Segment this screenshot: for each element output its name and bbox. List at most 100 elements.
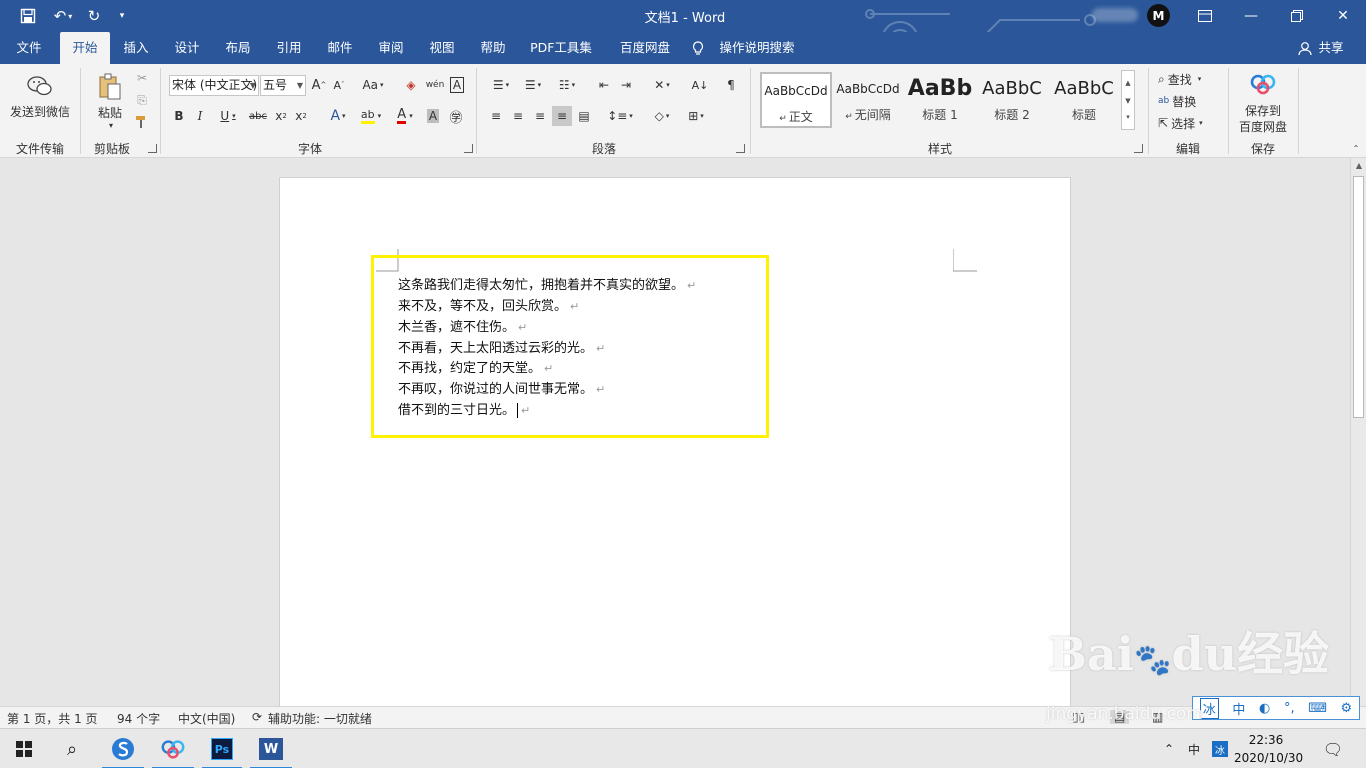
send-to-wechat-button[interactable]: 发送到微信 [4, 102, 76, 120]
minimize-icon[interactable]: — [1228, 0, 1274, 32]
styles-launcher-icon[interactable] [1134, 144, 1143, 153]
justify-icon[interactable]: ≡ [552, 106, 572, 126]
sogou-app-icon[interactable] [100, 729, 146, 768]
decrease-indent-icon[interactable]: ⇤ [594, 75, 614, 95]
tab-view[interactable]: 视图 [420, 32, 464, 64]
clipboard-launcher-icon[interactable] [148, 144, 157, 153]
strikethrough-icon[interactable]: abc [248, 106, 268, 126]
baidu-pan-app-icon[interactable] [150, 729, 196, 768]
baidu-pan-icon[interactable] [1248, 70, 1278, 98]
tab-home[interactable]: 开始 [60, 32, 110, 64]
collapse-ribbon-icon[interactable]: ⌃ [1350, 142, 1362, 154]
style-heading-2[interactable]: AaBbC 标题 2 [976, 72, 1048, 128]
text-effects-icon[interactable]: A ▾ [324, 106, 352, 126]
change-case-icon[interactable]: Aa ▾ [358, 75, 388, 95]
phonetic-guide-icon[interactable]: wén [424, 75, 446, 95]
ime-punctuation-icon[interactable]: ◐ [1259, 701, 1270, 716]
distributed-icon[interactable]: ▤ [574, 106, 594, 126]
tab-references[interactable]: 引用 [267, 32, 311, 64]
ime-symbol-icon[interactable]: °, [1284, 701, 1295, 716]
accessibility-status[interactable]: 辅助功能: 一切就绪 [268, 710, 372, 727]
numbering-icon[interactable]: ☰ ▾ [518, 75, 548, 95]
tab-review[interactable]: 审阅 [369, 32, 413, 64]
sort-icon[interactable]: A↓ [690, 75, 710, 95]
italic-icon[interactable]: I [191, 106, 209, 126]
cut-icon[interactable]: ✂ [134, 70, 150, 86]
tray-ime-icon[interactable]: 冰 [1208, 729, 1232, 768]
grow-font-icon[interactable]: A ^ [310, 75, 328, 95]
text-line[interactable]: 不再找，约定了的天堂。 ↵ [398, 357, 553, 376]
font-color-icon[interactable]: A ▾ [390, 106, 420, 126]
multilevel-list-icon[interactable]: ☷ ▾ [550, 75, 584, 95]
text-line[interactable]: 这条路我们走得太匆忙，拥抱着并不真实的欲望。 ↵ [398, 274, 696, 293]
chevron-down-icon[interactable]: ▼ [1125, 97, 1130, 105]
ribbon-display-options-icon[interactable] [1182, 0, 1228, 32]
restore-icon[interactable] [1274, 0, 1320, 32]
document-page[interactable]: 这条路我们走得太匆忙，拥抱着并不真实的欲望。 ↵ 来不及，等不及，回头欣赏。 ↵ 木… [279, 177, 1071, 706]
save-to-button[interactable]: 保存到 [1234, 102, 1292, 118]
tab-mailings[interactable]: 邮件 [318, 32, 362, 64]
copy-icon[interactable]: ⎘ [134, 92, 150, 108]
ime-keyboard-icon[interactable]: ⌨ [1308, 701, 1327, 716]
text-line[interactable]: 不再看，天上太阳透过云彩的光。 ↵ [398, 337, 605, 356]
tab-help[interactable]: 帮助 [471, 32, 515, 64]
show-hidden-icons-chevron-up-icon[interactable]: ⌃ [1158, 729, 1180, 768]
character-shading-icon[interactable]: A [424, 106, 442, 126]
increase-indent-icon[interactable]: ⇥ [616, 75, 636, 95]
wechat-icon[interactable] [24, 72, 56, 100]
align-center-icon[interactable]: ≡ [508, 106, 528, 126]
replace-button[interactable]: ab 替换 [1158, 92, 1218, 110]
enclose-characters-icon[interactable]: ㊫ [446, 106, 466, 126]
style-title[interactable]: AaBbC 标题 [1048, 72, 1120, 128]
font-name-field[interactable]: 宋体 (中文正文) ▼ [169, 75, 259, 96]
font-size-field[interactable]: 五号 ▼ [260, 75, 306, 96]
customize-toolbar-icon[interactable]: ▾ [112, 4, 132, 28]
text-line[interactable]: 借不到的三寸日光。 ↵ [398, 399, 530, 418]
taskbar-clock[interactable]: 22:36 2020/10/30 [1234, 731, 1303, 767]
save-icon[interactable] [14, 4, 42, 28]
text-line[interactable]: 来不及，等不及，回头欣赏。 ↵ [398, 295, 579, 314]
avatar[interactable]: M [1147, 4, 1170, 27]
chinese-layout-icon[interactable]: ✕ ▾ [646, 75, 678, 95]
subscript-icon[interactable]: x2 [272, 106, 290, 126]
tab-baidu-pan[interactable]: 百度网盘 [610, 32, 680, 64]
borders-icon[interactable]: ⊞ ▾ [680, 106, 712, 126]
share-button[interactable]: 共享 [1314, 32, 1348, 64]
style-no-spacing[interactable]: AaBbCcDd ↵ 无间隔 [832, 72, 904, 128]
paste-dropdown-icon[interactable]: ▾ [104, 120, 118, 130]
tab-insert[interactable]: 插入 [114, 32, 158, 64]
windows-start-icon[interactable] [0, 729, 48, 768]
superscript-icon[interactable]: x2 [292, 106, 310, 126]
tab-file[interactable]: 文件 [6, 32, 52, 64]
photoshop-app-icon[interactable]: Ps [200, 729, 244, 768]
show-marks-icon[interactable]: ¶ [722, 75, 740, 95]
undo-icon[interactable]: ↶ ▾ [46, 4, 80, 28]
find-button[interactable]: ⌕ 查找 ▾ [1158, 70, 1218, 88]
format-painter-icon[interactable] [134, 114, 150, 130]
more-styles-icon[interactable]: ▾ [1126, 113, 1130, 121]
tab-layout[interactable]: 布局 [216, 32, 260, 64]
bold-icon[interactable]: B [170, 106, 188, 126]
tell-me-search[interactable]: 操作说明搜索 [716, 32, 798, 64]
chevron-up-icon[interactable]: ▲ [1125, 79, 1130, 87]
search-icon[interactable]: ⌕ [48, 729, 96, 768]
align-right-icon[interactable]: ≡ [530, 106, 550, 126]
paste-button[interactable]: 粘贴 [92, 104, 128, 120]
baidu-pan-button[interactable]: 百度网盘 [1234, 118, 1292, 134]
tab-design[interactable]: 设计 [165, 32, 209, 64]
character-border-icon[interactable]: A [448, 75, 466, 95]
font-name-dropdown-icon[interactable]: ▼ [250, 76, 256, 95]
page-count[interactable]: 第 1 页，共 1 页 [7, 710, 98, 727]
scrollbar-thumb[interactable] [1353, 176, 1364, 418]
shrink-font-icon[interactable]: Aˇ [330, 75, 348, 95]
ime-settings-icon[interactable]: ⚙ [1341, 701, 1353, 716]
word-count[interactable]: 94 个字 [117, 710, 160, 727]
clear-formatting-icon[interactable]: ◈ [400, 75, 422, 95]
ime-mode-toggle[interactable]: 中 [1232, 699, 1245, 718]
text-line[interactable]: 不再叹，你说过的人间世事无常。 ↵ [398, 378, 605, 397]
vertical-scrollbar[interactable]: ▲ [1350, 158, 1366, 706]
notification-icon[interactable]: 🗨 [1316, 729, 1350, 768]
font-size-dropdown-icon[interactable]: ▼ [297, 76, 303, 95]
align-left-icon[interactable]: ≡ [486, 106, 506, 126]
highlight-color-icon[interactable]: ab ▾ [356, 106, 386, 126]
